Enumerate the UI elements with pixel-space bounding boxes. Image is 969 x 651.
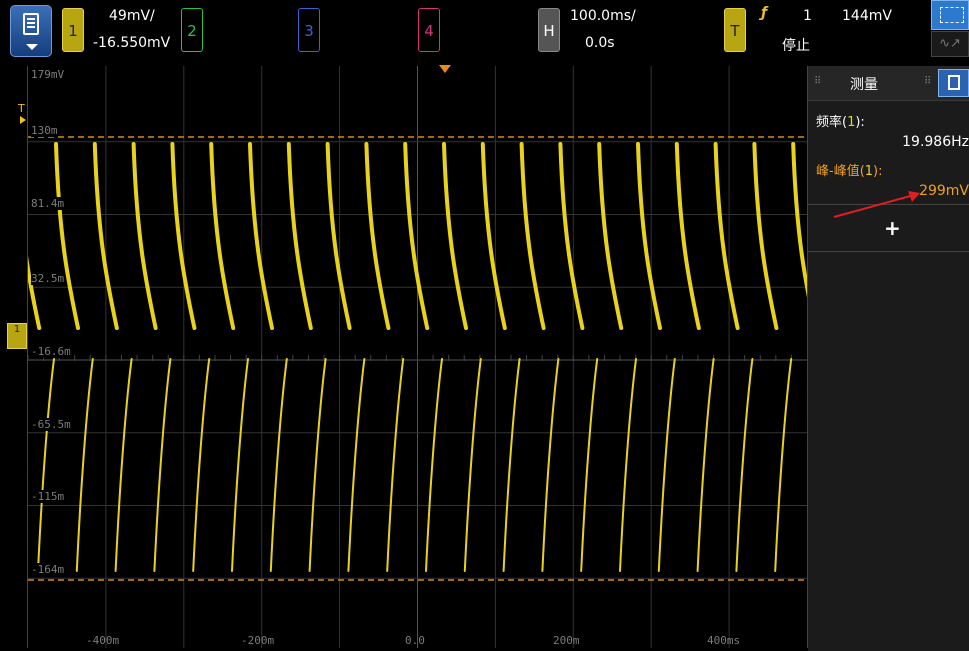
divider bbox=[808, 251, 969, 252]
channel-1-scale: 49mV/ bbox=[109, 8, 155, 24]
horizontal-delay: 0.0s bbox=[585, 35, 615, 51]
peak-to-peak-label-suffix: ): bbox=[873, 164, 883, 179]
drag-handle-icon[interactable]: ⠿ bbox=[924, 76, 932, 87]
acquisition-status: 停止 bbox=[782, 38, 810, 54]
rising-edge-icon: ƒ bbox=[761, 5, 768, 21]
top-status-bar: 1 49mV/ -16.550mV 2 3 4 H 100.0ms/ 0.0s … bbox=[0, 0, 969, 66]
peak-to-peak-label-text: 峰-峰值( bbox=[816, 164, 865, 179]
x-axis-label: 200m bbox=[553, 634, 580, 647]
measurement-panel: ⠿ 测量 ⠿ 频率(1): 19.986Hz 峰-峰值(1): 299mV + bbox=[808, 66, 969, 651]
channel-1-offset: -16.550mV bbox=[93, 35, 171, 51]
channel-2-button[interactable]: 2 bbox=[181, 8, 203, 52]
panel-title: 测量 bbox=[850, 77, 878, 93]
x-axis-label: 400ms bbox=[707, 634, 741, 647]
y-axis-label: 81.4m bbox=[31, 197, 65, 210]
frequency-label[interactable]: 频率(1): bbox=[816, 111, 865, 130]
channel-3-button[interactable]: 3 bbox=[298, 8, 320, 52]
trigger-position-marker[interactable] bbox=[439, 65, 451, 73]
annotation-arrow bbox=[833, 191, 920, 218]
y-axis-label: -16.6m bbox=[31, 345, 71, 358]
chevron-down-icon bbox=[26, 44, 38, 50]
frequency-value: 19.986Hz bbox=[902, 134, 969, 150]
document-icon bbox=[23, 13, 39, 35]
y-axis-label: 32.5m bbox=[31, 272, 65, 285]
waveform-display[interactable]: 179mV 130m 81.4m 32.5m -16.6m -65.5m -11… bbox=[27, 65, 808, 648]
trigger-arrow-icon bbox=[20, 116, 26, 124]
channel-1-ground-marker[interactable]: 1 bbox=[7, 323, 27, 349]
frequency-label-suffix: ): bbox=[855, 115, 865, 130]
frequency-label-text: 频率( bbox=[816, 115, 848, 130]
trigger-level: 144mV bbox=[842, 8, 892, 24]
waveform-canvas bbox=[28, 66, 807, 648]
channel-1-button[interactable]: 1 bbox=[62, 8, 84, 52]
y-axis-label: -115m bbox=[31, 490, 65, 503]
x-axis-label: 0.0 bbox=[405, 634, 425, 647]
waveform-tool-button[interactable]: ∿↗ bbox=[931, 31, 969, 57]
waveform-icon: ∿↗ bbox=[939, 36, 961, 51]
y-axis-label: -65.5m bbox=[31, 418, 71, 431]
horizontal-scale: 100.0ms/ bbox=[570, 8, 636, 24]
y-axis-label: 130m bbox=[31, 124, 58, 137]
channel-4-button[interactable]: 4 bbox=[418, 8, 440, 52]
panel-header: ⠿ 测量 ⠿ bbox=[808, 66, 969, 101]
selection-box-icon bbox=[940, 7, 964, 23]
main-menu-button[interactable] bbox=[10, 5, 52, 57]
channel-1-marker-label: 1 bbox=[13, 324, 21, 335]
drag-handle-icon[interactable]: ⠿ bbox=[814, 76, 822, 87]
horizontal-button[interactable]: H bbox=[538, 8, 560, 52]
x-axis-label: -200m bbox=[241, 634, 275, 647]
left-marker-strip bbox=[0, 66, 27, 648]
y-axis-label: 179mV bbox=[31, 68, 65, 81]
peak-to-peak-label[interactable]: 峰-峰值(1): bbox=[816, 160, 883, 179]
y-axis-label: -164m bbox=[31, 563, 65, 576]
x-axis-label: -400m bbox=[86, 634, 120, 647]
panel-menu-button[interactable] bbox=[938, 69, 969, 97]
trigger-source: 1 bbox=[803, 8, 812, 24]
trigger-button[interactable]: T bbox=[724, 8, 746, 52]
peak-to-peak-channel: 1 bbox=[864, 164, 874, 179]
document-icon bbox=[948, 75, 960, 90]
zoom-select-button[interactable] bbox=[931, 0, 969, 30]
trigger-level-marker[interactable]: T bbox=[18, 102, 25, 115]
